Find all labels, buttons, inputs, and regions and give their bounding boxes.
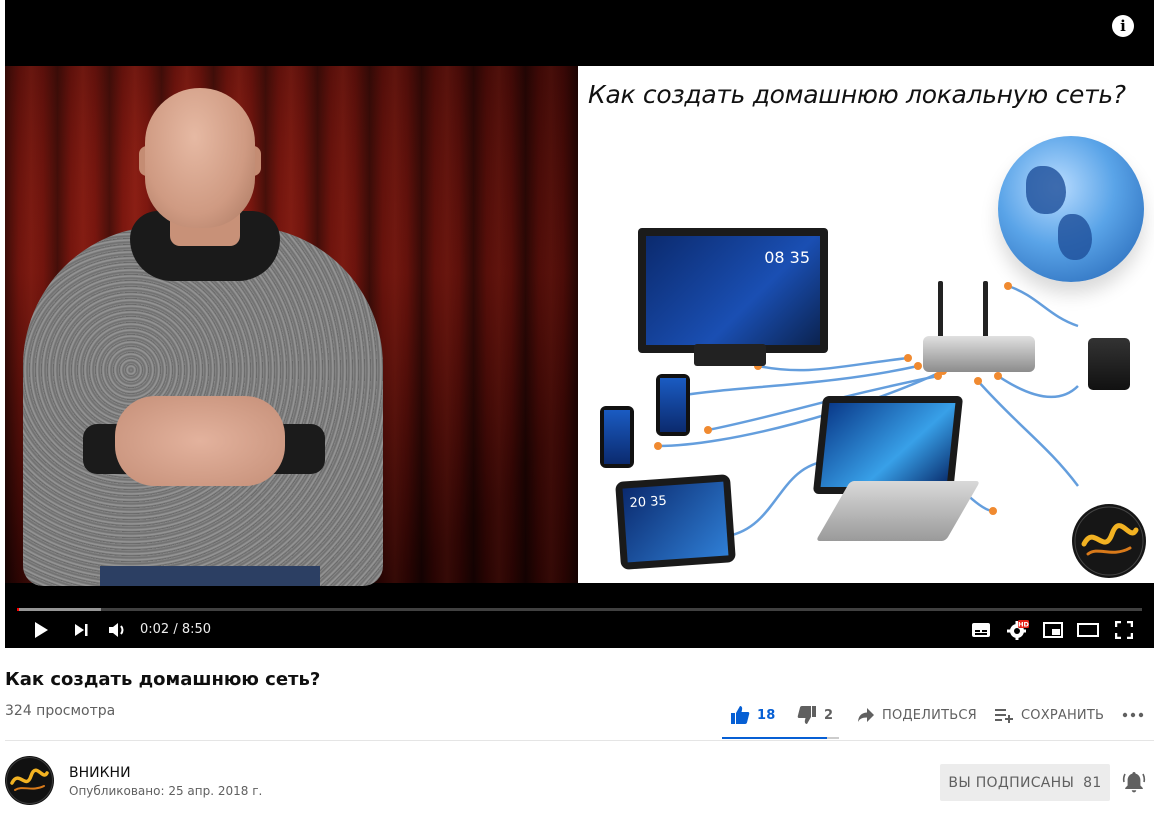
presenter-head	[145, 88, 255, 228]
subscribed-button[interactable]: ВЫ ПОДПИСАНЫ 81	[940, 764, 1110, 801]
progress-loaded	[17, 608, 102, 611]
dislike-button[interactable]: 2	[797, 702, 833, 728]
more-icon	[1122, 712, 1144, 718]
view-count: 324 просмотра	[5, 703, 116, 719]
video-title: Как создать домашнюю сеть?	[5, 669, 321, 690]
player-controls: 0:02 / 8:50 HD	[5, 612, 1154, 648]
progress-played	[17, 608, 20, 611]
save-button[interactable]: СОХРАНИТЬ	[994, 702, 1104, 728]
monitor-clock: 08 35	[764, 248, 810, 267]
presenter-hands	[115, 396, 285, 486]
tablet-clock: 20 35	[629, 493, 668, 512]
laptop-illustration	[812, 396, 964, 494]
video-frame[interactable]: Как создать домашнюю локальную сеть? 08 …	[5, 66, 1154, 586]
presenter	[5, 66, 578, 586]
subscriber-count: 81	[1083, 774, 1102, 791]
hd-badge: HD	[1018, 621, 1029, 629]
video-player[interactable]: i Как создать домашнюю локальную сеть? 0…	[5, 0, 1154, 648]
phone-illustration	[656, 374, 690, 436]
storage-illustration	[1088, 338, 1130, 390]
share-icon	[858, 708, 874, 722]
subtitles-icon[interactable]	[968, 618, 994, 642]
info-icon[interactable]: i	[1112, 15, 1134, 37]
sentiment-like-fill	[722, 737, 828, 739]
thumbs-up-icon	[731, 706, 750, 724]
phone-illustration	[600, 406, 634, 468]
channel-logo-watermark	[1072, 504, 1146, 578]
volume-icon[interactable]	[105, 618, 129, 642]
dislike-count: 2	[824, 707, 834, 723]
progress-bar[interactable]	[17, 608, 1142, 611]
monitor-illustration: 08 35	[638, 228, 828, 353]
theater-icon[interactable]	[1075, 618, 1101, 642]
thumbs-down-icon	[797, 706, 816, 724]
settings-icon[interactable]: HD	[1004, 618, 1032, 642]
time-display: 0:02 / 8:50	[140, 622, 212, 637]
sentiment-bar	[722, 737, 839, 739]
divider	[5, 740, 1154, 741]
channel-avatar[interactable]	[5, 756, 54, 805]
router-illustration	[923, 336, 1035, 372]
more-actions-button[interactable]	[1122, 702, 1144, 728]
subscribed-label: ВЫ ПОДПИСАНЫ	[948, 774, 1075, 791]
save-label: СОХРАНИТЬ	[1021, 707, 1105, 723]
like-count: 18	[757, 707, 776, 723]
publish-date: Опубликовано: 25 апр. 2018 г.	[69, 784, 263, 798]
share-button[interactable]: ПОДЕЛИТЬСЯ	[857, 702, 977, 728]
like-button[interactable]: 18	[730, 702, 776, 728]
tablet-illustration: 20 35	[615, 474, 736, 570]
miniplayer-icon[interactable]	[1040, 618, 1066, 642]
play-icon[interactable]	[29, 618, 53, 642]
playlist-add-icon	[995, 709, 1013, 723]
next-icon[interactable]	[69, 618, 93, 642]
slide: Как создать домашнюю локальную сеть? 08 …	[578, 66, 1154, 583]
globe-illustration	[998, 136, 1144, 282]
share-label: ПОДЕЛИТЬСЯ	[882, 707, 977, 723]
channel-name[interactable]: ВНИКНИ	[69, 765, 131, 781]
fullscreen-icon[interactable]	[1111, 618, 1137, 642]
notification-bell-icon[interactable]	[1122, 770, 1146, 794]
